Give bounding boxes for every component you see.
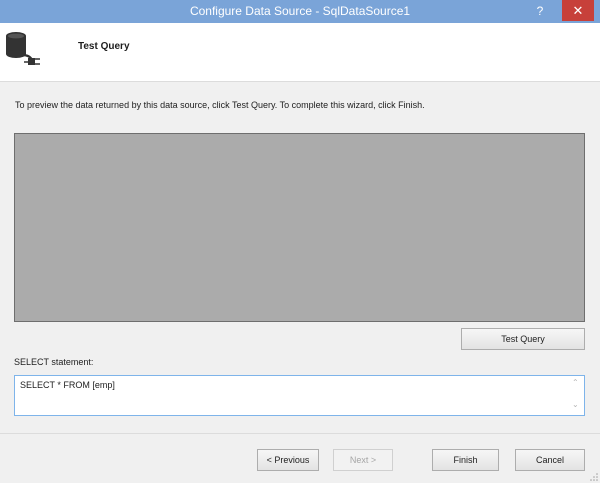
test-query-button[interactable]: Test Query: [461, 328, 585, 350]
footer-divider: [0, 433, 600, 434]
scroll-up-icon[interactable]: ⌃: [572, 378, 579, 387]
wizard-window: Configure Data Source - SqlDataSource1 ?…: [0, 0, 600, 483]
query-results-grid[interactable]: [14, 133, 585, 322]
textarea-scrollbar[interactable]: ⌃ ⌄: [568, 376, 584, 415]
finish-button[interactable]: Finish: [432, 449, 499, 471]
previous-button[interactable]: < Previous: [257, 449, 319, 471]
close-button[interactable]: ✕: [562, 0, 594, 21]
instructions-text: To preview the data returned by this dat…: [15, 100, 425, 110]
select-statement-text: SELECT * FROM [emp]: [20, 380, 115, 390]
title-bar: Configure Data Source - SqlDataSource1 ?…: [0, 0, 600, 23]
cancel-button[interactable]: Cancel: [515, 449, 585, 471]
window-title: Configure Data Source - SqlDataSource1: [189, 4, 411, 18]
select-statement-label: SELECT statement:: [14, 357, 94, 367]
wizard-header: Test Query: [0, 23, 600, 82]
database-plug-icon: [6, 32, 40, 65]
scroll-down-icon[interactable]: ⌄: [572, 400, 579, 409]
select-statement-textarea[interactable]: SELECT * FROM [emp] ⌃ ⌄: [14, 375, 585, 416]
step-title: Test Query: [78, 41, 130, 52]
close-icon: ✕: [572, 3, 584, 18]
help-button[interactable]: ?: [531, 0, 549, 23]
next-button[interactable]: Next >: [333, 449, 393, 471]
resize-grip-icon[interactable]: [590, 473, 598, 481]
